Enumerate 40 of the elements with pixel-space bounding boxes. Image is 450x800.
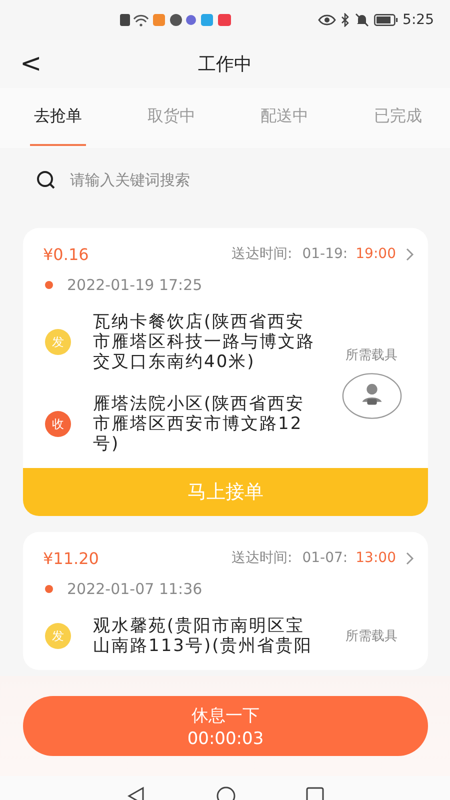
- back-button[interactable]: <: [14, 48, 48, 80]
- rest-button[interactable]: 休息一下 00:00:03: [23, 696, 428, 756]
- deadline-date: 01-07:: [302, 550, 348, 566]
- deadline-date: 01-19:: [302, 246, 348, 262]
- recents-nav-icon[interactable]: [306, 787, 324, 800]
- back-nav-icon[interactable]: [126, 786, 146, 800]
- deadline-time: 13:00: [356, 550, 396, 566]
- tab[interactable]: 配送中: [256, 88, 313, 146]
- deadline-label: 送达时间:: [232, 549, 292, 567]
- order-time: 2022-01-19 17:25: [67, 276, 202, 294]
- order-price: ¥11.20: [43, 548, 99, 568]
- address-text: 雁塔法院小区(陕西省西安市雁塔区西安市博文路12号): [93, 394, 306, 454]
- page-title: 工作中: [198, 53, 252, 76]
- chevron-right-icon[interactable]: [406, 552, 414, 564]
- deadline-time: 19:00: [356, 246, 396, 262]
- status-dot: [45, 585, 53, 593]
- search-field[interactable]: 请输入关键词搜索: [68, 170, 414, 190]
- tab[interactable]: 取货中: [143, 88, 200, 146]
- vehicle-label: 所需载具: [346, 347, 398, 364]
- tab[interactable]: 去抢单: [30, 88, 86, 146]
- accept-order-button[interactable]: 马上接单: [23, 468, 428, 516]
- receive-badge: 收: [45, 411, 71, 437]
- order-price: ¥0.16: [43, 244, 89, 264]
- deadline-label: 送达时间:: [232, 245, 292, 263]
- address-text: 观水馨苑(贵阳市南明区宝山南路113号)(贵州省贵阳: [93, 616, 314, 656]
- status-dot: [45, 281, 53, 289]
- search-icon: [36, 170, 56, 190]
- order-time: 2022-01-07 11:36: [67, 580, 202, 598]
- vehicle-label: 所需载具: [346, 628, 398, 645]
- battery-icon: [374, 14, 398, 26]
- send-badge: 发: [45, 329, 71, 355]
- bell-off-icon: [354, 13, 369, 27]
- send-badge: 发: [45, 623, 71, 649]
- status-time: 5:25: [402, 12, 434, 28]
- bluetooth-icon: [340, 13, 350, 27]
- home-nav-icon[interactable]: [216, 786, 236, 800]
- address-text: 瓦纳卡餐饮店(陕西省西安市雁塔区科技一路与博文路交叉口东南约40米): [93, 312, 316, 372]
- eye-icon: [318, 14, 336, 26]
- chevron-right-icon[interactable]: [406, 248, 414, 260]
- tab[interactable]: 已完成: [370, 88, 426, 146]
